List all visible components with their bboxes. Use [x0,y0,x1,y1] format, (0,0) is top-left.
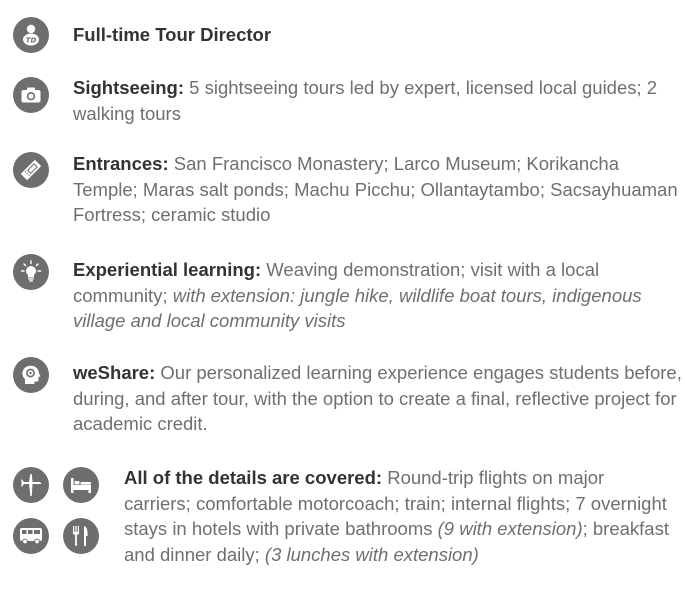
feature-text: Sightseeing: 5 sightseeing tours led by … [73,75,673,126]
feature-extension-note: (9 with extension) [437,518,583,539]
feature-text: Experiential learning: Weaving demonstra… [73,257,663,334]
feature-title: Entrances: [73,153,169,174]
feature-title: All of the details are covered: [124,467,383,488]
feature-description: Our personalized learning experience eng… [73,362,682,434]
feature-text: weShare: Our personalized learning exper… [73,360,685,437]
feature-title: weShare: [73,362,156,383]
feature-title: Experiential learning: [73,259,262,280]
airplane-icon [13,467,49,503]
feature-extension-note: (3 lunches with extension) [264,543,479,565]
svg-text:TD: TD [26,37,37,45]
feature-title: Full-time Tour Director [73,24,272,45]
ticket-icon [13,152,49,188]
camera-icon [13,77,49,113]
feature-text: Full-time Tour Director [73,22,673,48]
utensils-icon [63,518,99,554]
head-icon [13,357,49,393]
tour-director-icon: TD [13,17,49,53]
bus-icon [13,518,49,554]
bed-icon [63,467,99,503]
feature-text: All of the details are covered: Round-tr… [124,465,669,567]
feature-text: Entrances: San Francisco Monastery; Larc… [73,151,683,228]
lightbulb-icon [13,254,49,290]
feature-title: Sightseeing: [73,77,185,98]
